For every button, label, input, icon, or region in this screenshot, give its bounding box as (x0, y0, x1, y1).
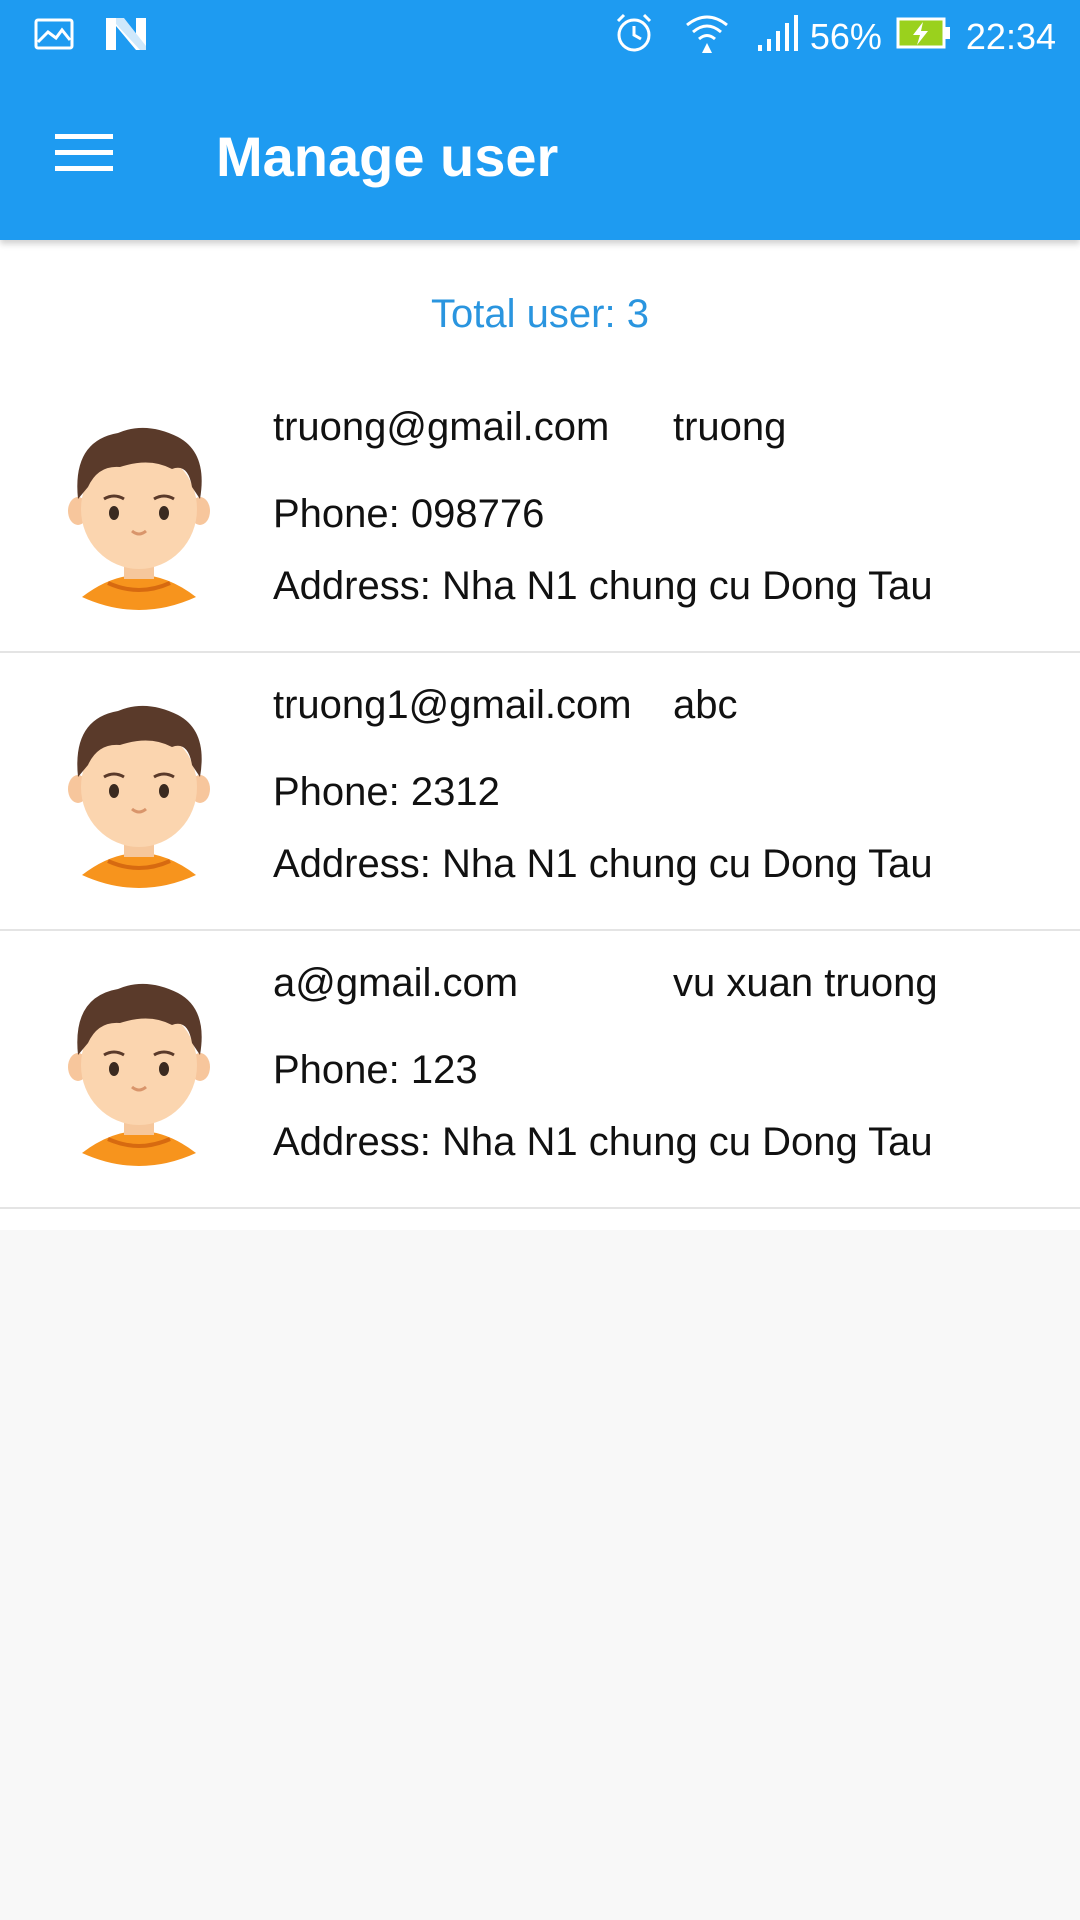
list-item[interactable]: a@gmail.com vu xuan truong Phone: 123 Ad… (0, 931, 1080, 1209)
user-email: truong1@gmail.com (273, 683, 632, 727)
user-name: truong (673, 405, 787, 449)
list-item[interactable]: truong1@gmail.com abc Phone: 2312 Addres… (0, 653, 1080, 931)
app-bar: Manage user (0, 74, 1080, 240)
user-name: abc (673, 683, 738, 727)
avatar (68, 705, 210, 889)
user-email: truong@gmail.com (273, 405, 610, 449)
user-phone: Phone: 098776 (273, 492, 545, 536)
user-phone: Phone: 123 (273, 1048, 478, 1092)
user-address: Address: Nha N1 chung cu Dong Tau (273, 842, 933, 886)
alarm-icon (612, 11, 656, 64)
app-header: 56% 22:34 Manage user (0, 0, 1080, 240)
user-list: truong@gmail.com truong Phone: 098776 Ad… (0, 375, 1080, 1209)
user-email: a@gmail.com (273, 961, 519, 1005)
n-logo-icon (104, 14, 148, 59)
battery-charging-icon (896, 16, 952, 59)
avatar (68, 983, 210, 1167)
wifi-icon (684, 11, 730, 64)
user-phone: Phone: 2312 (273, 770, 500, 814)
status-bar: 56% 22:34 (0, 0, 1080, 74)
list-item[interactable]: truong@gmail.com truong Phone: 098776 Ad… (0, 375, 1080, 653)
user-name: vu xuan truong (673, 961, 938, 1005)
avatar (68, 427, 210, 611)
gallery-icon (34, 18, 74, 55)
hamburger-menu-icon[interactable] (40, 118, 128, 188)
total-user-label: Total user: 3 (431, 292, 649, 336)
page-title: Manage user (216, 125, 559, 188)
user-address: Address: Nha N1 chung cu Dong Tau (273, 1120, 933, 1164)
main-content: Total user: 3 truong@gmail.com truong Ph… (0, 240, 1080, 1230)
signal-icon (756, 13, 800, 62)
clock-time: 22:34 (965, 16, 1056, 57)
battery-percent: 56% (809, 16, 882, 57)
user-address: Address: Nha N1 chung cu Dong Tau (273, 564, 933, 608)
